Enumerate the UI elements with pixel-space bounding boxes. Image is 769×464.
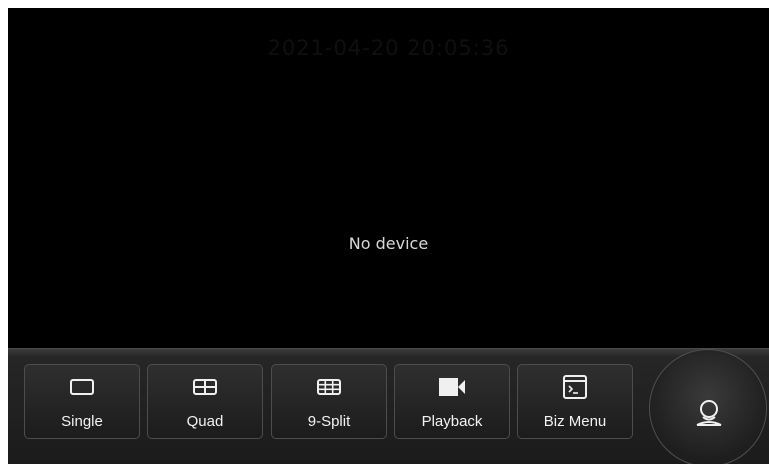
single-view-button[interactable]: Single [24,364,140,439]
timestamp-overlay: 2021-04-20 20:05:36 [267,36,510,60]
nine-split-view-icon [272,374,386,400]
nine-split-view-label: 9-Split [307,413,351,430]
quad-view-button[interactable]: Quad [147,364,263,439]
biz-menu-label: Biz Menu [543,413,607,430]
video-camera-icon [395,374,509,400]
bottom-toolbar: Single Quad 9-Split Playback Biz Menu [8,348,769,464]
playback-button[interactable]: Playback [394,364,510,439]
playback-label: Playback [421,413,483,430]
single-view-icon [25,374,139,400]
biz-menu-button[interactable]: Biz Menu [517,364,633,439]
user-button[interactable] [649,349,767,464]
quad-view-icon [148,374,262,400]
video-display-area: 2021-04-20 20:05:36 No device Single Qua… [8,8,769,464]
nine-split-view-button[interactable]: 9-Split [271,364,387,439]
user-icon [696,400,722,426]
quad-view-label: Quad [186,413,224,430]
single-view-label: Single [61,413,103,430]
user-button-container [649,349,769,464]
no-device-message: No device [348,234,429,253]
terminal-window-icon [518,374,632,400]
